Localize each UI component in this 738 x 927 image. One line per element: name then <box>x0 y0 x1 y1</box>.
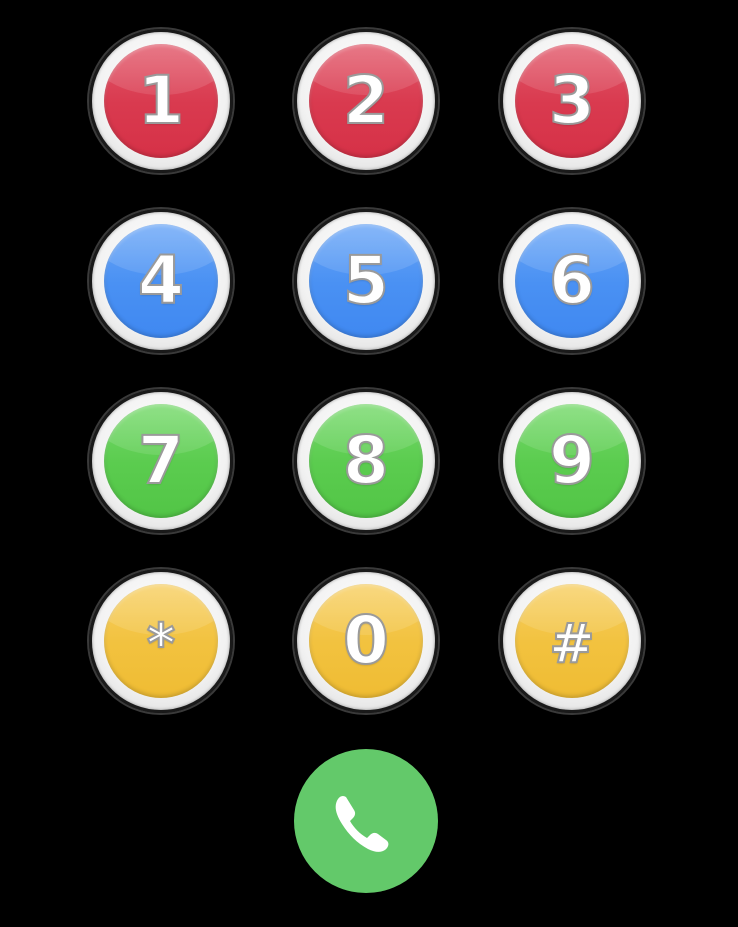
key-5-label: 5 <box>342 242 390 319</box>
key-6-label: 6 <box>548 242 596 319</box>
key-8-label: 8 <box>342 422 390 499</box>
key-5[interactable]: 5 <box>294 209 438 353</box>
phone-icon <box>335 795 389 852</box>
key-star-label: * <box>146 612 176 675</box>
key-hash-label: # <box>548 612 595 675</box>
key-3-label: 3 <box>548 62 596 139</box>
key-hash[interactable]: # <box>500 569 644 713</box>
key-9-label: 9 <box>548 422 596 499</box>
key-9[interactable]: 9 <box>500 389 644 533</box>
key-7[interactable]: 7 <box>89 389 233 533</box>
key-3[interactable]: 3 <box>500 29 644 173</box>
key-7-label: 7 <box>137 422 185 499</box>
key-0[interactable]: 0 <box>294 569 438 713</box>
key-2-label: 2 <box>342 62 390 139</box>
key-1-label: 1 <box>137 62 185 139</box>
call-button[interactable] <box>294 749 438 893</box>
key-6[interactable]: 6 <box>500 209 644 353</box>
key-4-label: 4 <box>137 242 185 319</box>
key-0-label: 0 <box>342 602 390 679</box>
dialpad: 1 2 3 4 5 6 7 8 9 * 0 # <box>0 0 738 927</box>
key-2[interactable]: 2 <box>294 29 438 173</box>
key-8[interactable]: 8 <box>294 389 438 533</box>
key-1[interactable]: 1 <box>89 29 233 173</box>
key-star[interactable]: * <box>89 569 233 713</box>
key-4[interactable]: 4 <box>89 209 233 353</box>
